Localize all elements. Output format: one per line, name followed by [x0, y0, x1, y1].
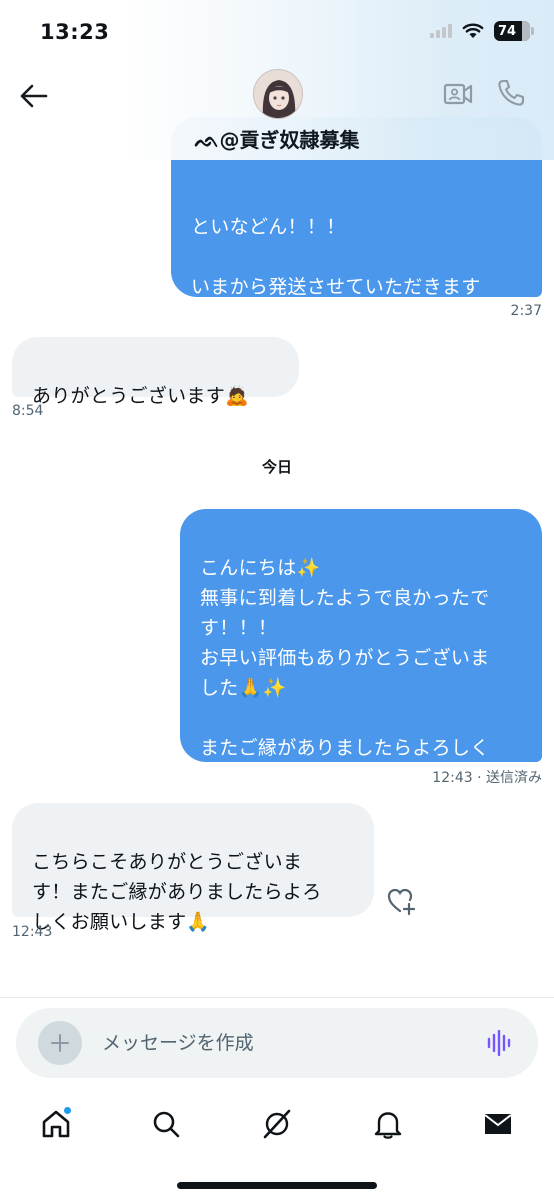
message-timestamp: 12:43 [12, 924, 53, 940]
plus-icon [51, 1034, 69, 1052]
message-timestamp: 2:37 [510, 303, 542, 319]
status-time: 13:23 [40, 20, 110, 44]
message-bubble-incoming[interactable]: こちらこそありがとうございま す！またご縁がありましたらよろ しくお願いします🙏 [12, 803, 374, 933]
voice-waveform-icon [487, 1029, 511, 1057]
add-reaction-icon[interactable] [386, 886, 416, 916]
contact-name[interactable]: ᨒ@貢ぎ奴隷募集 [0, 124, 554, 153]
back-button[interactable] [18, 80, 50, 112]
message-input[interactable] [102, 1008, 472, 1078]
tab-grok[interactable] [257, 1104, 297, 1144]
date-separator: 今日 [261, 458, 292, 476]
message-bubble-incoming[interactable]: ありがとうございます🙇 [12, 337, 299, 407]
notification-dot [63, 1106, 72, 1115]
battery-level: 74 [498, 23, 517, 39]
battery-icon: 74 [494, 21, 530, 41]
tab-notifications[interactable] [368, 1104, 408, 1144]
message-timestamp: 8:54 [12, 403, 44, 419]
message-status: 12:43 · 送信済み [432, 770, 542, 786]
notifications-icon [374, 1112, 402, 1139]
home-indicator[interactable] [177, 1182, 377, 1189]
message-bubble-outgoing[interactable]: こんにちは✨ 無事に到着したようで良かったで す！！！ お早い評価もありがとうご… [180, 509, 542, 789]
status-bar: 13:23 74 [0, 0, 554, 64]
search-icon [153, 1111, 180, 1138]
message-text: こんにちは✨ 無事に到着したようで良かったで す！！！ お早い評価もありがとうご… [200, 557, 490, 789]
voice-message-button[interactable] [486, 1029, 514, 1057]
grok-icon [263, 1109, 291, 1139]
message-text: こちらこそありがとうございま す！またご縁がありましたらよろ しくお願いします🙏 [32, 851, 322, 933]
message-text: ありがとうございます🙇 [32, 385, 249, 407]
video-call-button[interactable] [443, 80, 473, 108]
phone-call-button[interactable] [496, 78, 526, 108]
phone-icon [498, 79, 525, 106]
messages-icon [484, 1114, 512, 1134]
tab-messages[interactable] [478, 1104, 518, 1144]
arrow-left-icon [20, 84, 48, 108]
video-call-icon [443, 83, 473, 105]
wifi-icon [462, 23, 484, 39]
add-media-button[interactable] [38, 1021, 82, 1065]
divider [0, 997, 554, 998]
avatar[interactable] [253, 69, 303, 119]
tab-home[interactable] [36, 1104, 76, 1144]
message-composer [16, 1008, 538, 1078]
cellular-signal-icon [430, 24, 452, 38]
tab-search[interactable] [146, 1104, 186, 1144]
